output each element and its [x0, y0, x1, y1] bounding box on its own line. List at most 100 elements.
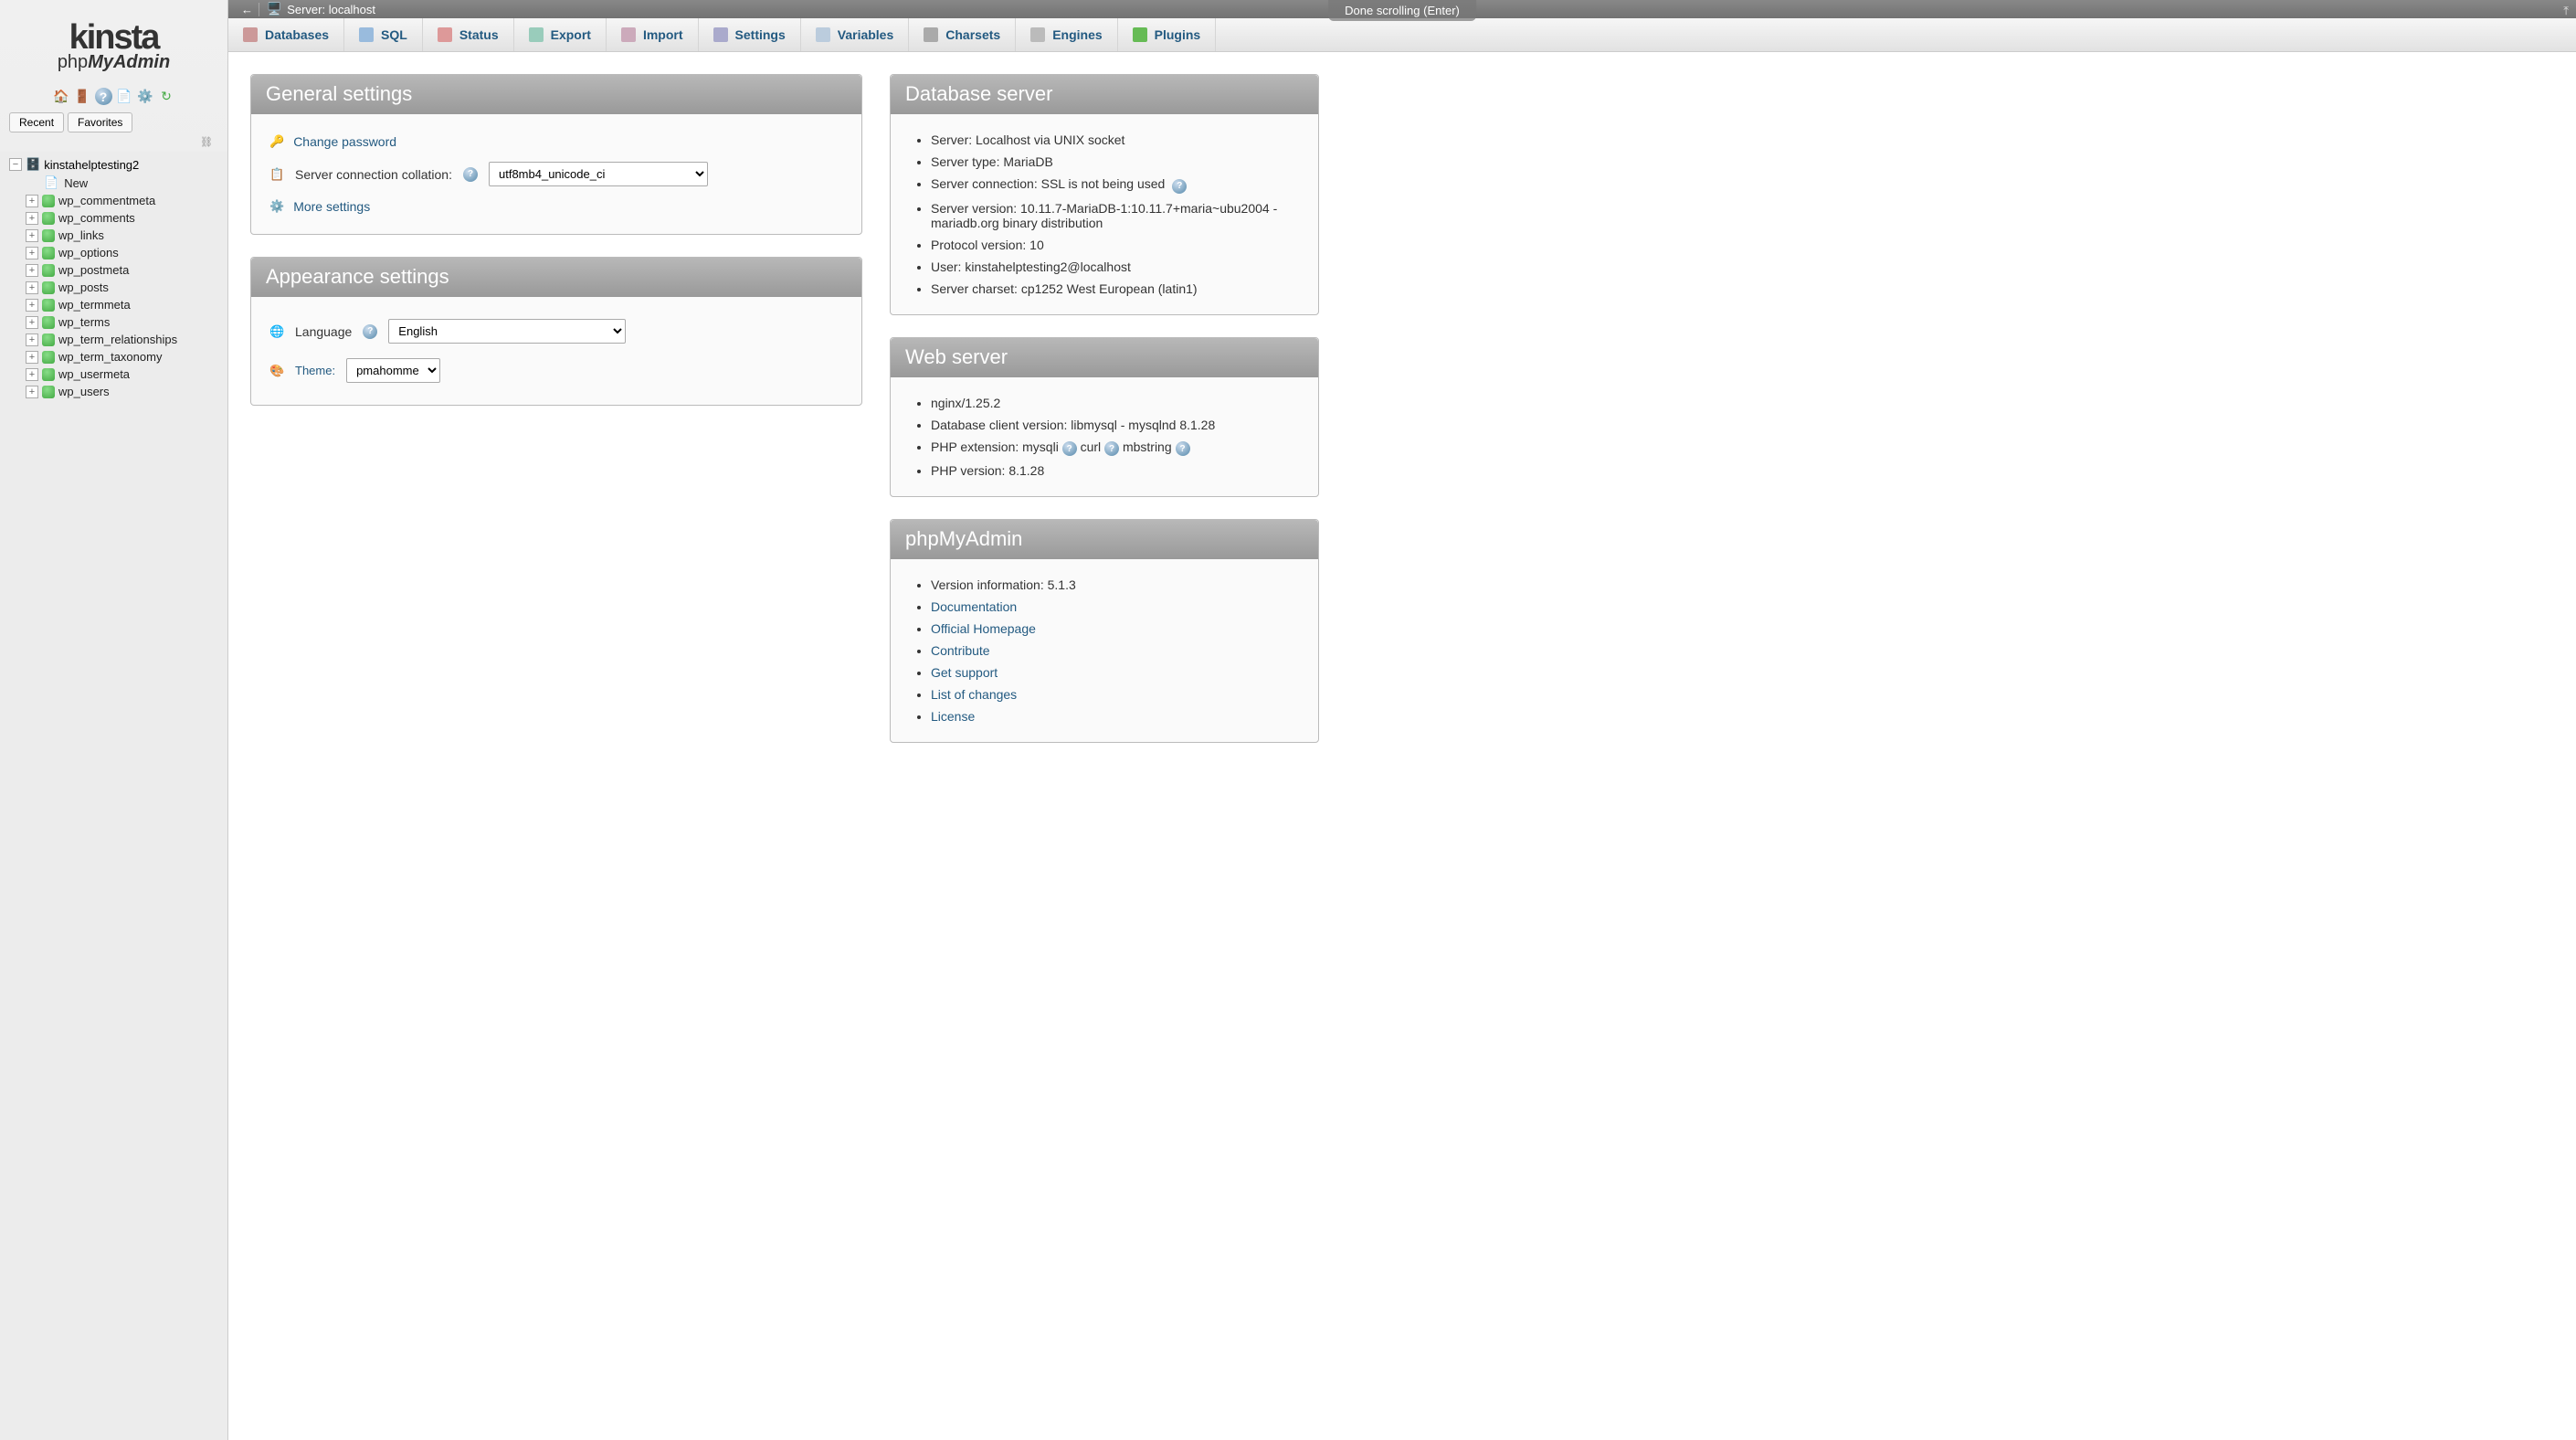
table-icon	[42, 281, 55, 294]
help-icon[interactable]: ?	[1104, 441, 1119, 456]
pma-link[interactable]: Get support	[931, 665, 998, 680]
help-icon[interactable]: ?	[363, 324, 377, 339]
tab-label: Export	[551, 27, 591, 42]
help-icon[interactable]: ?	[1062, 441, 1077, 456]
table-label[interactable]: wp_users	[58, 385, 110, 398]
table-icon	[42, 386, 55, 398]
back-icon[interactable]: ←	[236, 3, 259, 16]
tab-databases[interactable]: Databases	[228, 18, 344, 51]
pma-link[interactable]: List of changes	[931, 687, 1017, 702]
table-label[interactable]: wp_term_relationships	[58, 333, 177, 346]
table-label[interactable]: wp_options	[58, 246, 119, 259]
dbserver-item: Protocol version: 10	[931, 234, 1300, 256]
change-password-link[interactable]: Change password	[293, 134, 396, 149]
export-icon	[529, 27, 544, 42]
tab-label: Plugins	[1155, 27, 1201, 42]
help-icon[interactable]: ?	[1176, 441, 1190, 456]
expand-icon[interactable]: +	[26, 229, 38, 242]
table-label[interactable]: wp_commentmeta	[58, 194, 155, 207]
tab-import[interactable]: Import	[607, 18, 699, 51]
table-row[interactable]: + wp_options	[26, 244, 227, 261]
databases-icon	[243, 27, 258, 42]
tab-favorites[interactable]: Favorites	[68, 112, 132, 132]
tab-charsets[interactable]: Charsets	[909, 18, 1016, 51]
dbserver-item: Server: Localhost via UNIX socket	[931, 129, 1300, 151]
collapse-icon[interactable]: −	[9, 158, 22, 171]
table-row[interactable]: + wp_comments	[26, 209, 227, 227]
table-row[interactable]: + wp_term_taxonomy	[26, 348, 227, 365]
table-row[interactable]: + wp_links	[26, 227, 227, 244]
panel-appearance: Appearance settings 🌐 Language ? English…	[250, 257, 862, 406]
expand-icon[interactable]: +	[26, 247, 38, 259]
tab-export[interactable]: Export	[514, 18, 607, 51]
expand-icon[interactable]: +	[26, 334, 38, 346]
docs-icon[interactable]: ?	[95, 88, 112, 105]
tab-plugins[interactable]: Plugins	[1118, 18, 1217, 51]
pma-link[interactable]: Documentation	[931, 599, 1017, 614]
tab-status[interactable]: Status	[423, 18, 514, 51]
pma-link[interactable]: Contribute	[931, 643, 990, 658]
expand-icon[interactable]: +	[26, 281, 38, 294]
pma-link[interactable]: Official Homepage	[931, 621, 1036, 636]
table-row[interactable]: + wp_usermeta	[26, 365, 227, 383]
tree-new[interactable]: 📄New	[26, 174, 227, 192]
table-row[interactable]: + wp_termmeta	[26, 296, 227, 313]
breadcrumb-label[interactable]: Server: localhost	[287, 3, 375, 16]
tab-settings[interactable]: Settings	[699, 18, 801, 51]
expand-icon[interactable]: +	[26, 299, 38, 312]
table-row[interactable]: + wp_users	[26, 383, 227, 400]
expand-icon[interactable]: +	[26, 264, 38, 277]
expand-icon[interactable]: +	[26, 351, 38, 364]
table-row[interactable]: + wp_commentmeta	[26, 192, 227, 209]
reload-icon[interactable]: ↻	[158, 88, 175, 105]
theme-select[interactable]: pmahomme	[346, 358, 440, 383]
help-icon[interactable]: ?	[463, 167, 478, 182]
tab-label: Engines	[1052, 27, 1102, 42]
ws-ext: PHP extension: mysqli ? curl ? mbstring …	[931, 436, 1300, 461]
table-icon	[42, 264, 55, 277]
table-row[interactable]: + wp_postmeta	[26, 261, 227, 279]
table-label[interactable]: wp_termmeta	[58, 298, 131, 312]
language-select[interactable]: English	[388, 319, 626, 344]
expand-icon[interactable]: +	[26, 386, 38, 398]
tab-sql[interactable]: SQL	[344, 18, 423, 51]
tab-label: Variables	[838, 27, 894, 42]
home-icon[interactable]: 🏠	[53, 88, 70, 105]
table-label[interactable]: wp_terms	[58, 315, 110, 329]
table-row[interactable]: + wp_posts	[26, 279, 227, 296]
expand-icon[interactable]: +	[26, 195, 38, 207]
expand-icon[interactable]: +	[26, 316, 38, 329]
expand-icon[interactable]: +	[26, 368, 38, 381]
pma-link-item: Contribute	[931, 640, 1300, 662]
table-label[interactable]: wp_term_taxonomy	[58, 350, 162, 364]
table-label[interactable]: wp_usermeta	[58, 367, 130, 381]
pma-link[interactable]: License	[931, 709, 975, 724]
table-label[interactable]: wp_postmeta	[58, 263, 129, 277]
table-row[interactable]: + wp_terms	[26, 313, 227, 331]
collapse-handle-icon[interactable]: ⤒	[2563, 4, 2569, 18]
table-label[interactable]: wp_posts	[58, 281, 109, 294]
settings-icon[interactable]: ⚙️	[137, 88, 154, 105]
tab-recent[interactable]: Recent	[9, 112, 64, 132]
tab-engines[interactable]: Engines	[1016, 18, 1117, 51]
pma-version: Version information: 5.1.3	[931, 574, 1300, 596]
panel-pma: phpMyAdmin Version information: 5.1.3Doc…	[890, 519, 1319, 743]
table-icon	[42, 299, 55, 312]
dbserver-item: User: kinstahelptesting2@localhost	[931, 256, 1300, 278]
dbserver-item: Server type: MariaDB	[931, 151, 1300, 173]
sidebar-toolbar: 🏠 🚪 ? 📄 ⚙️ ↻	[0, 80, 227, 112]
table-label[interactable]: wp_comments	[58, 211, 135, 225]
main-tabs: DatabasesSQLStatus Export ImportSettings Va…	[228, 18, 2576, 52]
table-row[interactable]: + wp_term_relationships	[26, 331, 227, 348]
more-settings-link[interactable]: More settings	[293, 199, 370, 214]
tab-variables[interactable]: Variables	[801, 18, 910, 51]
expand-icon[interactable]: +	[26, 212, 38, 225]
chain-icon[interactable]: ⛓	[0, 132, 227, 152]
logout-icon[interactable]: 🚪	[74, 88, 91, 105]
table-label[interactable]: wp_links	[58, 228, 104, 242]
collation-select[interactable]: utf8mb4_unicode_ci	[489, 162, 708, 186]
theme-label[interactable]: Theme:	[295, 364, 335, 377]
db-node[interactable]: − 🗄️ kinstahelptesting2	[0, 155, 227, 174]
help-icon[interactable]: ?	[1172, 179, 1187, 194]
sql-icon[interactable]: 📄	[116, 88, 133, 105]
